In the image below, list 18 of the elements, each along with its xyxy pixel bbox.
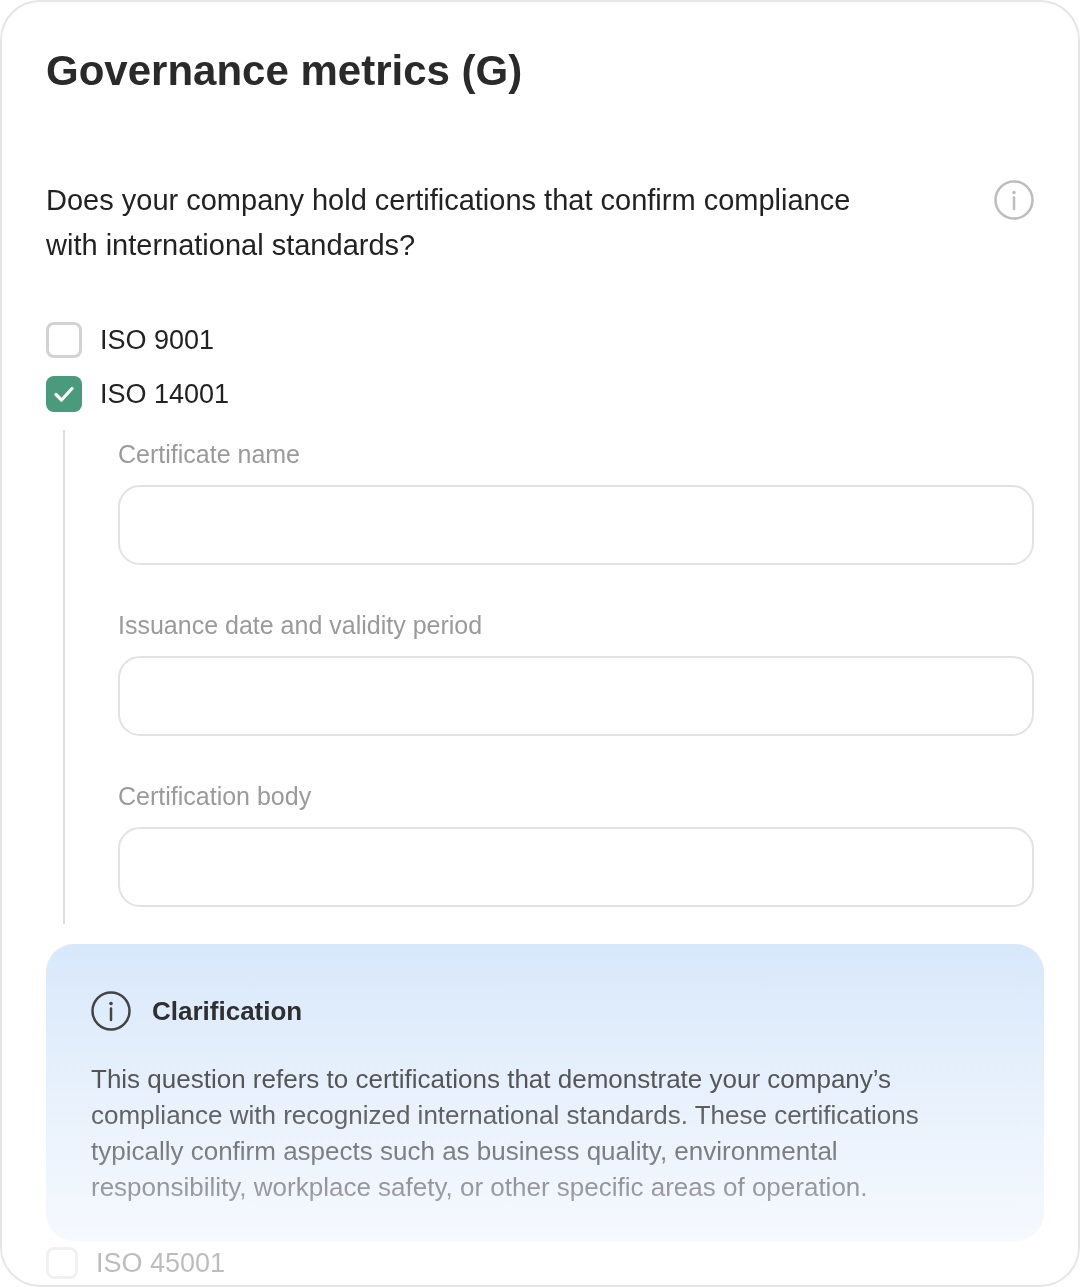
text-field[interactable] <box>118 656 1034 736</box>
text-field[interactable] <box>118 485 1034 565</box>
option-label: ISO 45001 <box>96 1247 226 1279</box>
info-icon[interactable] <box>994 180 1034 220</box>
info-icon <box>91 991 131 1031</box>
option-label: ISO 14001 <box>100 378 230 410</box>
question-text: Does your company hold certifications that confirm compliance with international standards? <box>46 183 852 263</box>
field-label: Certification body <box>118 781 313 811</box>
checkbox[interactable] <box>46 322 82 358</box>
text-field[interactable] <box>118 827 1034 907</box>
section-title: Governance metrics (G) <box>46 46 524 96</box>
field-label: Issuance date and validity period <box>118 610 484 640</box>
checkbox[interactable] <box>46 376 82 412</box>
option-label: ISO 9001 <box>100 324 215 356</box>
field-label: Certificate name <box>118 439 302 469</box>
checkmark-icon <box>54 386 74 402</box>
clarification-title: Clarification <box>152 995 303 1027</box>
clarification-text: This question refers to certifications that demonstrate your company’s compliance with recognized international standards. These certifications typically confirm aspects such as business quality, environmental responsibility, workplace safety, or other specific areas of operation. <box>91 1063 920 1204</box>
